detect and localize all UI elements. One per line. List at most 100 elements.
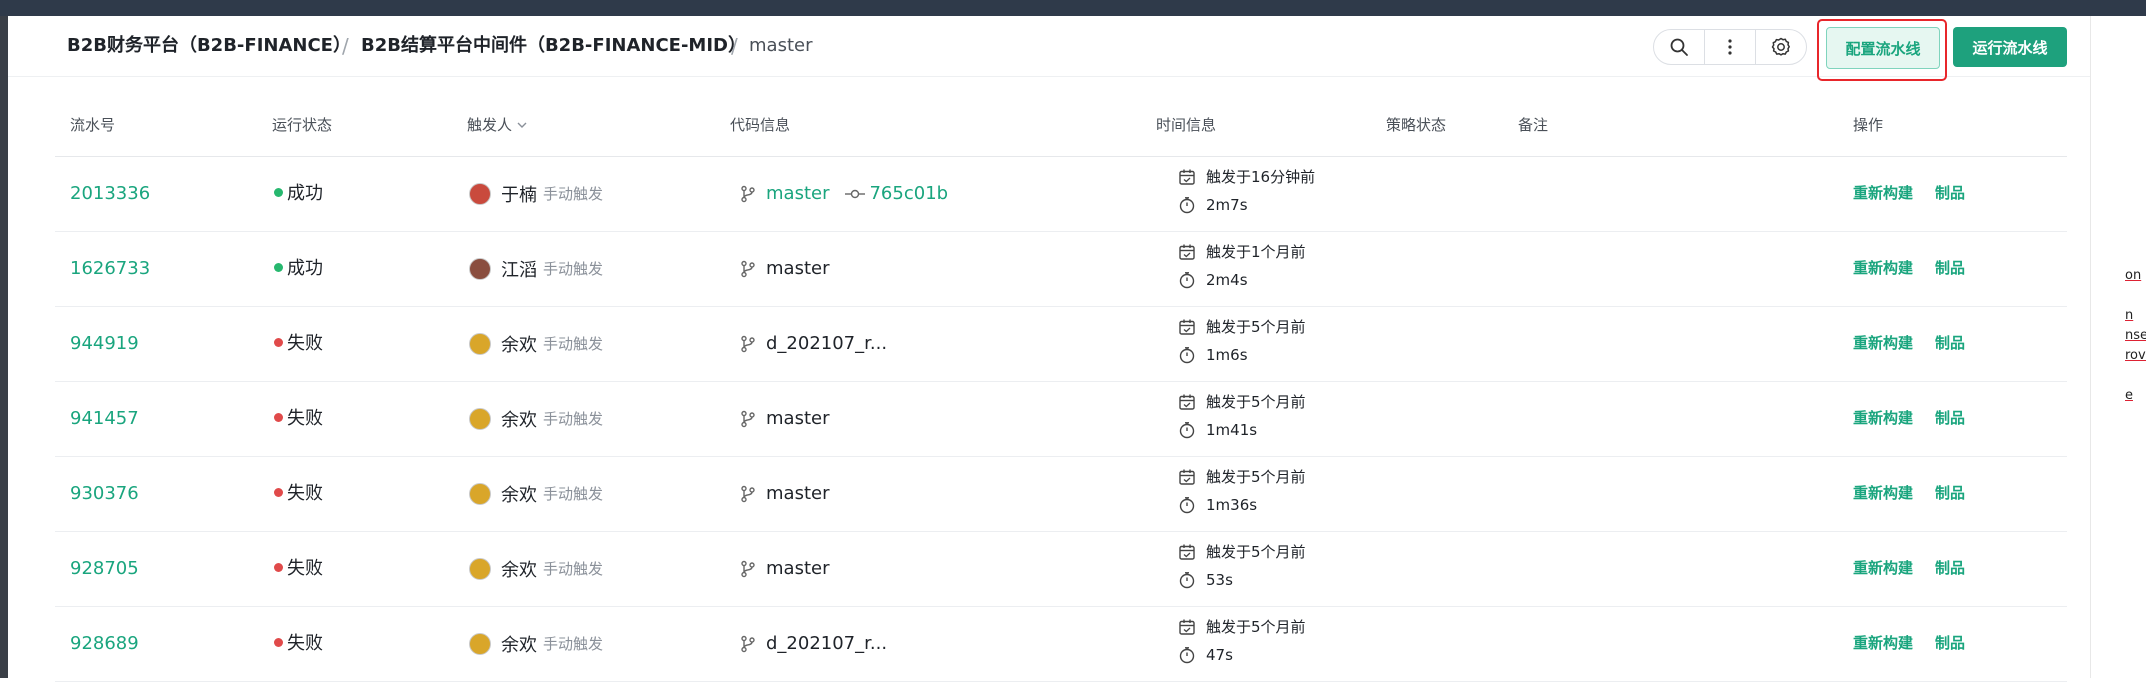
stopwatch-icon — [1179, 497, 1195, 514]
settings-icon — [1771, 37, 1790, 56]
stopwatch-icon — [1179, 647, 1195, 664]
table-row: 1626733 成功 江滔 手动触发 master 触发于1个月前 2m4s 重新构建 制品 — [55, 231, 2067, 307]
run-id-link[interactable]: 928705 — [70, 531, 139, 606]
table-row: 928705 失败 余欢 手动触发 master 触发于5个月前 53s 重新构建 制品 — [55, 531, 2067, 607]
stopwatch-icon — [1179, 422, 1195, 439]
trigger-info: 余欢 手动触发 — [469, 456, 603, 531]
avatar — [469, 632, 491, 655]
artifacts-link[interactable]: 制品 — [1935, 409, 1965, 427]
config-pipeline-button[interactable]: 配置流水线 — [1826, 27, 1940, 69]
branch-name: d_202107_r... — [766, 333, 888, 354]
status-dot — [274, 638, 283, 647]
status-label: 失败 — [287, 333, 323, 354]
branch-name: master — [766, 258, 830, 279]
trigger-user: 余欢 — [501, 634, 537, 656]
run-id-link[interactable]: 928689 — [70, 606, 139, 681]
run-id-link[interactable]: 1626733 — [70, 231, 150, 306]
trigger-user: 余欢 — [501, 334, 537, 356]
table-row: 928689 失败 余欢 手动触发 d_202107_r... 触发于5个月前 47s 重新构… — [55, 606, 2067, 682]
calendar-icon — [1179, 319, 1195, 335]
rebuild-link[interactable]: 重新构建 — [1853, 334, 1913, 352]
calendar-icon — [1179, 619, 1195, 635]
search-icon — [1670, 38, 1688, 56]
run-duration: 2m4s — [1178, 271, 1248, 289]
code-info: master — [740, 531, 829, 606]
table-row: 941457 失败 余欢 手动触发 master 触发于5个月前 1m41s 重新构建 制品 — [55, 381, 2067, 457]
artifacts-link[interactable]: 制品 — [1935, 259, 1965, 277]
row-actions: 重新构建 制品 — [1853, 456, 1965, 531]
clipped-text: on — [2125, 268, 2142, 283]
column-header-time: 时间信息 — [1156, 116, 1217, 134]
run-status: 失败 — [274, 606, 323, 681]
branch-name: master — [766, 408, 830, 429]
column-header-trigger-label: 触发人 — [467, 116, 513, 134]
artifacts-link[interactable]: 制品 — [1935, 184, 1965, 202]
trigger-time-label: 触发于16分钟前 — [1206, 168, 1316, 186]
run-duration-label: 53s — [1206, 571, 1233, 589]
column-header-trigger[interactable]: 触发人 — [467, 94, 528, 156]
rebuild-link[interactable]: 重新构建 — [1853, 484, 1913, 502]
avatar — [469, 482, 491, 505]
run-status: 成功 — [274, 156, 323, 231]
trigger-time-label: 触发于5个月前 — [1206, 393, 1306, 411]
trigger-info: 江滔 手动触发 — [469, 231, 603, 306]
more-button[interactable] — [1705, 30, 1756, 64]
status-dot — [274, 263, 283, 272]
trigger-info: 于楠 手动触发 — [469, 156, 603, 231]
run-duration-label: 1m6s — [1206, 346, 1248, 364]
status-dot — [274, 563, 283, 572]
left-window-edge — [0, 16, 8, 678]
run-duration: 1m36s — [1178, 496, 1257, 514]
rebuild-link[interactable]: 重新构建 — [1853, 184, 1913, 202]
artifacts-link[interactable]: 制品 — [1935, 559, 1965, 577]
trigger-time: 触发于16分钟前 — [1178, 166, 1315, 187]
breadcrumb-project[interactable]: B2B结算平台中间件（B2B-FINANCE-MID） — [361, 16, 746, 76]
branch-name[interactable]: master — [766, 183, 829, 204]
breadcrumb-org[interactable]: B2B财务平台（B2B-FINANCE） — [67, 16, 351, 76]
code-info: master — [740, 231, 829, 306]
run-id-link[interactable]: 944919 — [70, 306, 139, 381]
breadcrumb-separator: / — [342, 34, 349, 58]
run-id-link[interactable]: 930376 — [70, 456, 139, 531]
trigger-mode: 手动触发 — [543, 260, 604, 278]
rebuild-link[interactable]: 重新构建 — [1853, 634, 1913, 652]
stopwatch-icon — [1179, 197, 1195, 214]
branch-name: master — [766, 483, 830, 504]
branch-icon — [741, 560, 755, 577]
status-label: 成功 — [287, 258, 323, 279]
status-label: 成功 — [287, 183, 323, 204]
rebuild-link[interactable]: 重新构建 — [1853, 409, 1913, 427]
clipped-text: n — [2125, 308, 2134, 323]
trigger-time-label: 触发于5个月前 — [1206, 468, 1306, 486]
trigger-mode: 手动触发 — [543, 485, 604, 503]
column-header-status: 运行状态 — [272, 116, 333, 134]
status-label: 失败 — [287, 633, 323, 654]
rebuild-link[interactable]: 重新构建 — [1853, 559, 1913, 577]
run-status: 成功 — [274, 231, 323, 306]
settings-button[interactable] — [1756, 30, 1806, 64]
run-status: 失败 — [274, 306, 323, 381]
status-label: 失败 — [287, 408, 323, 429]
artifacts-link[interactable]: 制品 — [1935, 334, 1965, 352]
run-pipeline-button[interactable]: 运行流水线 — [1953, 27, 2067, 67]
column-header-ops: 操作 — [1853, 116, 1884, 134]
status-dot — [274, 338, 283, 347]
trigger-mode: 手动触发 — [543, 410, 604, 428]
table-header: 流水号 运行状态 触发人 代码信息 时间信息 策略状态 备注 操作 — [55, 94, 2067, 157]
table-row: 930376 失败 余欢 手动触发 master 触发于5个月前 1m36s 重新构建 制品 — [55, 456, 2067, 532]
artifacts-link[interactable]: 制品 — [1935, 484, 1965, 502]
commit-hash-link[interactable]: 765c01b — [869, 183, 948, 204]
run-id-link[interactable]: 941457 — [70, 381, 139, 456]
run-duration: 2m7s — [1178, 196, 1248, 214]
run-id-link[interactable]: 2013336 — [70, 156, 150, 231]
rebuild-link[interactable]: 重新构建 — [1853, 259, 1913, 277]
pipeline-main-panel: B2B财务平台（B2B-FINANCE） / B2B结算平台中间件（B2B-FI… — [8, 16, 2098, 682]
search-button[interactable] — [1654, 30, 1705, 64]
trigger-mode: 手动触发 — [543, 185, 604, 203]
commit-icon — [845, 189, 866, 198]
avatar — [469, 257, 491, 280]
run-duration: 1m41s — [1178, 421, 1257, 439]
row-actions: 重新构建 制品 — [1853, 606, 1965, 681]
branch-icon — [741, 185, 755, 202]
artifacts-link[interactable]: 制品 — [1935, 634, 1965, 652]
